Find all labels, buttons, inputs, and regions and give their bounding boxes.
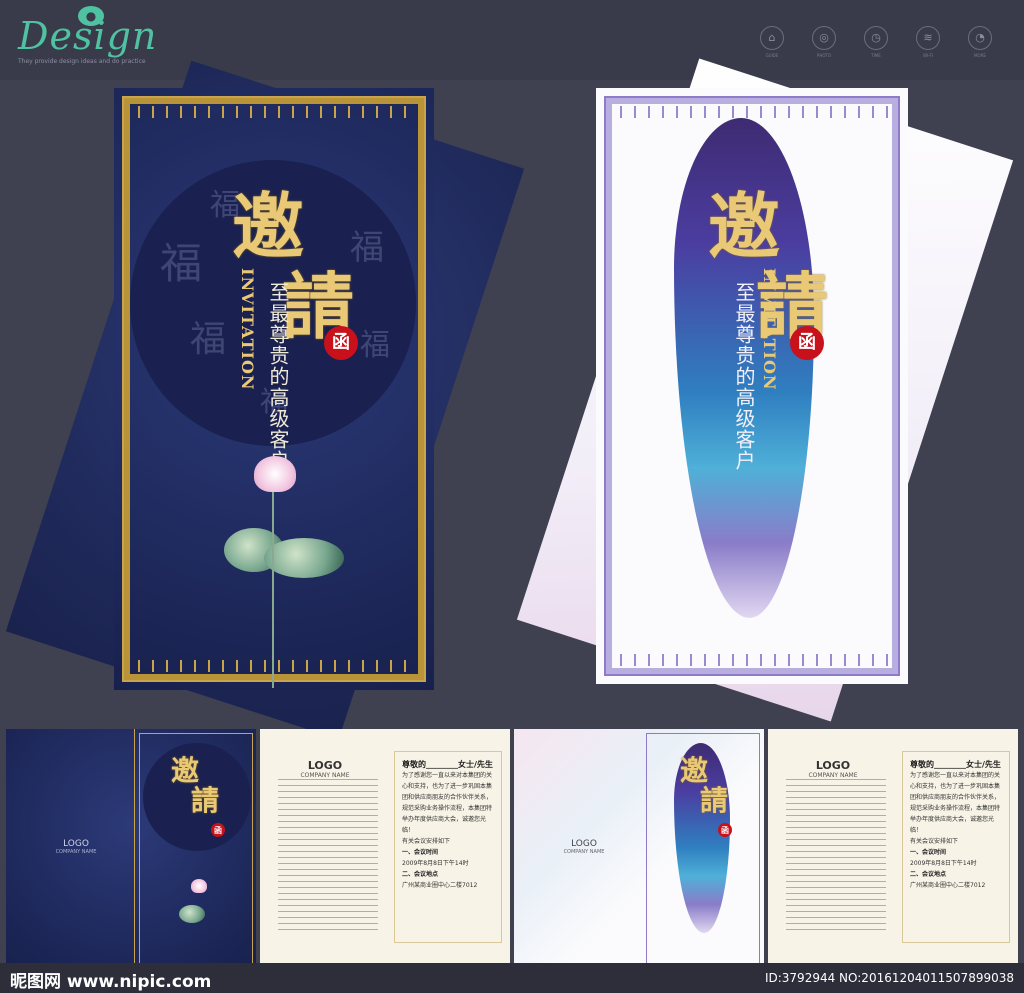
company-name: COMPANY NAME xyxy=(300,772,350,779)
gold-fret-bottom xyxy=(132,660,416,672)
white-invitation-card[interactable]: 邀 請 至最尊贵的高级客户 INVITATION 函 xyxy=(596,88,908,684)
invitation-text: INVITATION xyxy=(760,268,779,391)
item1-label: 一、会议时间 xyxy=(910,849,947,856)
lotus-flower-small xyxy=(191,879,207,893)
title-char-qing-small: 請 xyxy=(700,784,729,817)
lotus-leaf-2 xyxy=(264,538,344,578)
seal-stamp-small: 函 xyxy=(718,823,732,837)
item2-label: 二、会议地点 xyxy=(910,871,947,878)
tool-guide[interactable]: ⌂ GUIDE xyxy=(756,26,788,58)
logo-label: LOGO xyxy=(63,839,89,849)
gold-fret-top xyxy=(132,106,416,118)
honorific: 女士/先生 xyxy=(458,760,493,769)
bottom-panel-blue-cover[interactable]: LOGO COMPANY NAME 邀 請 函 xyxy=(6,729,256,969)
meeting-notice: 有关会议安排如下 xyxy=(910,838,959,845)
tool-photo[interactable]: ◎ PHOTO xyxy=(808,26,840,58)
item2-value: 广州某商业圈中心二楼7012 xyxy=(402,882,478,889)
item1-label: 一、会议时间 xyxy=(402,849,439,856)
tool-caption: TIME xyxy=(871,53,881,58)
tool-caption: MORE xyxy=(974,53,986,58)
item2-label: 二、会议地点 xyxy=(402,871,439,878)
fold-line: 邀 請 函 xyxy=(134,729,256,969)
subtitle-vertical: 至最尊贵的高级客户 xyxy=(266,282,290,471)
small-logo: LOGO COMPANY NAME xyxy=(788,759,878,779)
logo-label: LOGO xyxy=(815,759,851,772)
lotus-flower xyxy=(254,456,296,492)
seal-stamp: 函 xyxy=(790,326,824,360)
top-bar: ● Design They provide design ideas and d… xyxy=(0,0,1024,80)
title-char-qing-small: 請 xyxy=(191,784,220,817)
clock-icon: ◷ xyxy=(864,26,888,50)
lotus-leaf-small xyxy=(179,905,205,923)
letter-body: 为了感谢您一直以来对本集团的关心和支持，也为了进一步巩固本集团和供应商朋友的合作… xyxy=(402,772,493,834)
seal-stamp-small: 函 xyxy=(211,823,225,837)
small-logo: LOGO COMPANY NAME xyxy=(280,759,370,779)
image-id-watermark: ID:3792944 NO:20161204011507899038 xyxy=(764,971,1014,985)
site-watermark[interactable]: 昵图网 www.nipic.com xyxy=(10,967,211,992)
letter-body: 为了感谢您一直以来对本集团的关心和支持，也为了进一步巩固本集团和供应商朋友的合作… xyxy=(910,772,1001,834)
company-name: COMPANY NAME xyxy=(55,849,97,855)
violet-fret-bottom xyxy=(614,654,890,666)
bottom-panel-white-cover[interactable]: LOGO COMPANY NAME 邀 請 函 xyxy=(514,729,764,969)
pie-icon: ◔ xyxy=(968,26,992,50)
company-name: COMPANY NAME xyxy=(808,772,858,779)
logo-label: LOGO xyxy=(571,839,597,849)
small-logo: LOGO COMPANY NAME xyxy=(534,839,634,855)
bottom-panel-cream-1[interactable]: LOGO COMPANY NAME 尊敬的________女士/先生 为了感谢您… xyxy=(260,729,510,969)
tool-caption: PHOTO xyxy=(816,53,832,58)
tool-wifi[interactable]: ≋ WI-FI xyxy=(912,26,944,58)
letter-content: 尊敬的________女士/先生 为了感谢您一直以来对本集团的关心和支持，也为了… xyxy=(402,760,493,889)
company-name: COMPANY NAME xyxy=(563,849,605,855)
greeting: 尊敬的 xyxy=(910,760,934,769)
item1-value: 2009年8月8日下午14时 xyxy=(910,860,977,867)
english-text-block xyxy=(786,779,886,935)
greeting: 尊敬的 xyxy=(402,760,426,769)
english-text-block xyxy=(278,779,378,935)
watermark-bar: 昵图网 www.nipic.com ID:3792944 NO:20161204… xyxy=(0,963,1024,993)
logo-text: Design xyxy=(18,14,158,58)
invitation-text: INVITATION xyxy=(238,268,257,391)
tool-caption: WI-FI xyxy=(922,53,934,58)
wifi-icon: ≋ xyxy=(916,26,940,50)
bottom-panel-cream-2[interactable]: LOGO COMPANY NAME 尊敬的________女士/先生 为了感谢您… xyxy=(768,729,1018,969)
tool-icon-bar: ⌂ GUIDE ◎ PHOTO ◷ TIME ≋ WI-FI ◔ MORE xyxy=(756,26,996,58)
fold-panel: 邀 請 函 xyxy=(642,729,764,969)
tool-more[interactable]: ◔ MORE xyxy=(964,26,996,58)
blue-invitation-card[interactable]: 福 福 福 福 福 福 邀 請 至最尊贵的高级客户 INVITATION 函 xyxy=(114,88,434,690)
lotus-stem xyxy=(272,488,274,688)
meeting-notice: 有关会议安排如下 xyxy=(402,838,451,845)
item1-value: 2009年8月8日下午14时 xyxy=(402,860,469,867)
subtitle-vertical: 至最尊贵的高级客户 xyxy=(732,282,756,471)
letter-content: 尊敬的________女士/先生 为了感谢您一直以来对本集团的关心和支持，也为了… xyxy=(910,760,1001,889)
hat-icon: ⌂ xyxy=(760,26,784,50)
camera-icon: ◎ xyxy=(812,26,836,50)
fu-char: 福 xyxy=(360,328,390,363)
tool-caption: GUIDE xyxy=(765,53,779,58)
violet-fret-top xyxy=(614,106,890,118)
fu-char: 福 xyxy=(190,319,227,360)
logo-label: LOGO xyxy=(307,759,343,772)
seal-stamp: 函 xyxy=(324,326,358,360)
fu-char: 福 xyxy=(160,239,203,288)
small-logo: LOGO COMPANY NAME xyxy=(26,839,126,855)
item2-value: 广州某商业圈中心二楼7012 xyxy=(910,882,986,889)
honorific: 女士/先生 xyxy=(966,760,1001,769)
tool-time[interactable]: ◷ TIME xyxy=(860,26,892,58)
fu-char: 福 xyxy=(350,228,384,268)
logo-subtitle: They provide design ideas and do practic… xyxy=(18,58,146,65)
